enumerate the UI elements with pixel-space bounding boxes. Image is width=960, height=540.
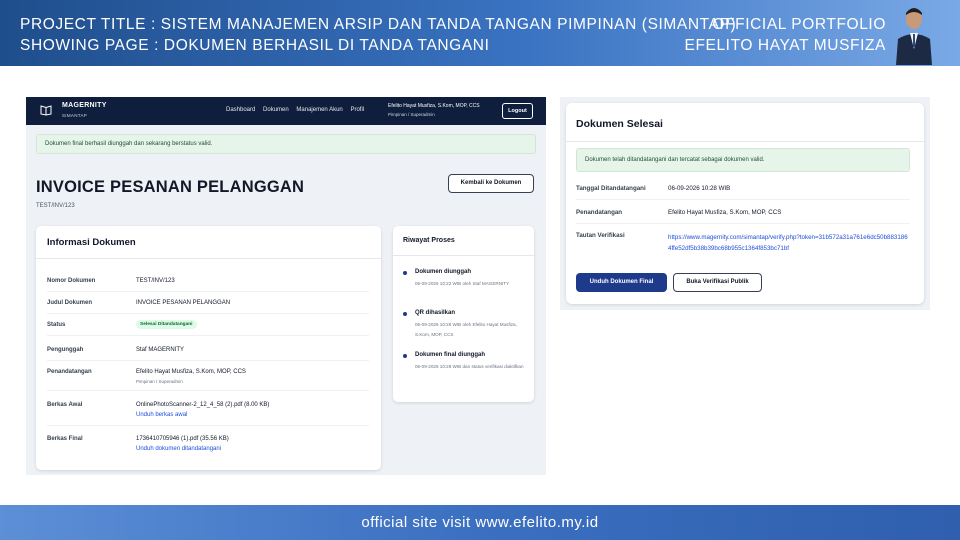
back-to-documents-button[interactable]: Kembali ke Dokumen bbox=[448, 174, 534, 193]
showing-page: SHOWING PAGE : DOKUMEN BERHASIL DI TANDA… bbox=[20, 37, 490, 54]
card-header: Riwayat Proses bbox=[403, 237, 455, 244]
divider bbox=[47, 360, 369, 361]
timeline-dot-icon bbox=[403, 271, 407, 275]
label-penandatangan: Penandatangan bbox=[576, 209, 623, 216]
document-complete-card: Dokumen Selesai Dokumen telah ditandatan… bbox=[566, 103, 924, 304]
status-badge: Selesai Ditandatangani bbox=[136, 320, 197, 329]
divider bbox=[393, 255, 534, 256]
label-penandatangan: Penandatangan bbox=[47, 369, 92, 375]
label-tanggal: Tanggal Ditandatangani bbox=[576, 185, 646, 192]
label-status: Status bbox=[47, 322, 66, 328]
logout-button[interactable]: Logout bbox=[502, 103, 533, 119]
header-banner: PROJECT TITLE : SISTEM MANAJEMEN ARSIP D… bbox=[0, 0, 960, 66]
verification-link[interactable]: https://www.magernity.com/simantap/verif… bbox=[668, 232, 910, 254]
nav-user-role: Pimpinan / Superadmin bbox=[388, 112, 435, 117]
value-tanggal: 06-09-2026 10:28 WIB bbox=[668, 185, 731, 192]
divider bbox=[47, 291, 369, 292]
event-title: Dokumen diunggah bbox=[415, 269, 471, 275]
value-penandatangan-role: Pimpinan / Superadmin bbox=[136, 379, 183, 384]
divider bbox=[47, 390, 369, 391]
nav-menu: Dashboard Dokumen Manajemen Akun Profil bbox=[226, 107, 370, 113]
nav-dokumen[interactable]: Dokumen bbox=[263, 107, 289, 113]
process-history-card: Riwayat Proses Dokumen diunggah 06-09-20… bbox=[393, 226, 534, 402]
author-photo bbox=[896, 8, 932, 65]
brand-name[interactable]: MAGERNITY bbox=[62, 102, 107, 109]
nav-profil[interactable]: Profil bbox=[350, 107, 364, 113]
label-berkas-awal: Berkas Awal bbox=[47, 402, 83, 408]
event-desc: 06-09-2026 10:28 WIB dan status verifika… bbox=[415, 364, 524, 369]
value-pengunggah: Staf MAGERNITY bbox=[136, 347, 185, 353]
event-title: Dokumen final diunggah bbox=[415, 352, 485, 358]
divider bbox=[576, 223, 910, 224]
label-pengunggah: Pengunggah bbox=[47, 347, 84, 353]
value-nomor: TEST/INV/123 bbox=[136, 278, 175, 284]
divider bbox=[36, 258, 381, 259]
author-name: EFELITO HAYAT MUSFIZA bbox=[684, 37, 886, 54]
divider bbox=[566, 141, 924, 142]
page-subtitle: TEST/INV/123 bbox=[36, 203, 75, 209]
divider bbox=[576, 199, 910, 200]
label-tautan: Tautan Verifikasi bbox=[576, 232, 625, 239]
nav-dashboard[interactable]: Dashboard bbox=[226, 107, 255, 113]
completed-panel: Dokumen Selesai Dokumen telah ditandatan… bbox=[560, 97, 930, 310]
nav-manajemen-akun[interactable]: Manajemen Akun bbox=[296, 107, 342, 113]
value-berkas-awal: OnlinePhotoScanner-2_12_4_58 (2).pdf (8.… bbox=[136, 402, 270, 408]
page-title: INVOICE PESANAN PELANGGAN bbox=[36, 178, 305, 196]
project-title: PROJECT TITLE : SISTEM MANAJEMEN ARSIP D… bbox=[20, 16, 737, 33]
nav-user-name: Efelito Hayat Musfiza, S.Kom, MOP, CCS bbox=[388, 103, 480, 109]
open-public-verification-button[interactable]: Buka Verifikasi Publik bbox=[673, 273, 762, 292]
divider bbox=[47, 335, 369, 336]
book-icon bbox=[40, 105, 52, 116]
divider bbox=[47, 425, 369, 426]
download-signed-link[interactable]: Unduh dokumen ditandatangani bbox=[136, 446, 221, 452]
download-final-button[interactable]: Unduh Dokumen Final bbox=[576, 273, 667, 292]
value-penandatangan: Efelito Hayat Musfiza, S.Kom, MOP, CCS bbox=[668, 209, 782, 216]
event-desc: 06-09-2026 10:26 WIB oleh Efelito Hayat … bbox=[415, 322, 517, 337]
label-judul: Judul Dokumen bbox=[47, 300, 93, 306]
value-berkas-final: 1736410705946 (1).pdf (35.56 KB) bbox=[136, 436, 229, 442]
card-header: Informasi Dokumen bbox=[47, 237, 136, 248]
card-header: Dokumen Selesai bbox=[576, 118, 663, 130]
success-alert: Dokumen final berhasil diunggah dan seka… bbox=[36, 134, 536, 154]
top-navbar: MAGERNITY SIMANTAP Dashboard Dokumen Man… bbox=[26, 97, 546, 125]
timeline-dot-icon bbox=[403, 354, 407, 358]
document-info-card: Informasi Dokumen Nomor Dokumen TEST/INV… bbox=[36, 226, 381, 470]
brand-sub: SIMANTAP bbox=[62, 113, 88, 118]
event-title: QR dihasilkan bbox=[415, 310, 456, 316]
download-original-link[interactable]: Unduh berkas awal bbox=[136, 412, 187, 418]
label-nomor: Nomor Dokumen bbox=[47, 278, 96, 284]
label-berkas-final: Berkas Final bbox=[47, 436, 83, 442]
timeline-dot-icon bbox=[403, 312, 407, 316]
value-judul: INVOICE PESANAN PELANGGAN bbox=[136, 300, 231, 306]
app-screenshot: MAGERNITY SIMANTAP Dashboard Dokumen Man… bbox=[26, 97, 546, 475]
valid-alert: Dokumen telah ditandatangani dan tercata… bbox=[576, 148, 910, 172]
banner-left: PROJECT TITLE : SISTEM MANAJEMEN ARSIP D… bbox=[20, 14, 736, 56]
footer-banner: official site visit www.efelito.my.id bbox=[0, 505, 960, 540]
event-desc: 06-09-2026 10:22 WIB oleh Staf MAGERNITY bbox=[415, 281, 510, 286]
value-penandatangan: Efelito Hayat Musfiza, S.Kom, MOP, CCS bbox=[136, 369, 246, 375]
divider bbox=[47, 313, 369, 314]
portfolio-label: OFFICIAL PORTFOLIO bbox=[712, 16, 886, 33]
banner-right: OFFICIAL PORTFOLIO EFELITO HAYAT MUSFIZA bbox=[685, 14, 887, 56]
